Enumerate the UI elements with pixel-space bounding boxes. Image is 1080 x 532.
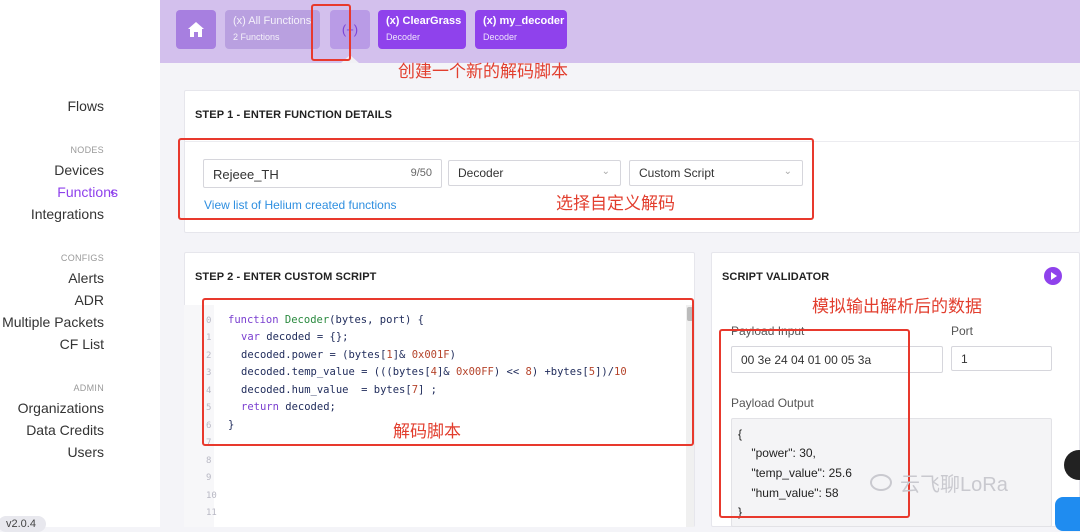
sidebar-item-devices[interactable]: Devices <box>54 162 104 178</box>
chat-button[interactable] <box>1055 497 1080 531</box>
chip-subtitle: Decoder <box>483 32 518 42</box>
version-badge: v2.0.4 <box>0 516 46 532</box>
annotation-new-decoder: 创建一个新的解码脚本 <box>398 62 568 81</box>
line-number: 9 <box>206 473 212 483</box>
port-label: Port <box>951 324 974 338</box>
function-chip-cleargrass[interactable]: (x) ClearGrass Decoder <box>378 10 466 49</box>
all-functions-count: 2 Functions <box>233 32 280 42</box>
annotation-simulate-output: 模拟输出解析后的数据 <box>812 297 982 316</box>
sidebar-item-multiple-packets[interactable]: Multiple Packets <box>2 314 104 330</box>
sidebar-item-adr[interactable]: ADR <box>74 292 104 308</box>
sidebar-item-cf-list[interactable]: CF List <box>60 336 104 352</box>
annotation-box-add <box>311 4 351 61</box>
sidebar-item-integrations[interactable]: Integrations <box>31 206 104 222</box>
wechat-icon <box>870 474 892 491</box>
sidebar-item-functions[interactable]: Functions <box>57 184 118 200</box>
all-functions-button[interactable]: (x) All Functions 2 Functions <box>225 10 320 49</box>
sidebar-section-admin: ADMIN <box>73 383 104 393</box>
sidebar-section-configs: CONFIGS <box>60 253 104 263</box>
port-input[interactable]: 1 <box>951 346 1052 371</box>
sidebar-item-organizations[interactable]: Organizations <box>18 400 104 416</box>
sidebar-item-flows[interactable]: Flows <box>67 98 104 114</box>
annotation-box-step1 <box>178 138 814 220</box>
line-number: 8 <box>206 456 212 466</box>
function-topbar: (x) All Functions 2 Functions (+) (x) Cl… <box>160 0 1080 63</box>
annotation-custom-decode: 选择自定义解码 <box>556 194 675 213</box>
port-input-value: 1 <box>961 352 968 366</box>
all-functions-title: (x) All Functions <box>233 15 312 27</box>
home-button[interactable] <box>176 10 216 49</box>
sidebar-item-users[interactable]: Users <box>67 444 104 460</box>
line-number: 11 <box>206 508 217 518</box>
sidebar-item-data-credits[interactable]: Data Credits <box>26 422 104 438</box>
chip-subtitle: Decoder <box>386 32 421 42</box>
active-chevron-icon: ‹ <box>110 183 115 199</box>
watermark: 云飞聊LoRa <box>900 474 1008 496</box>
sidebar-item-alerts[interactable]: Alerts <box>68 270 104 286</box>
validator-title: SCRIPT VALIDATOR <box>722 271 830 283</box>
chip-title: (x) ClearGrass <box>386 15 462 27</box>
sidebar-section-nodes: NODES <box>70 145 104 155</box>
run-validator-button[interactable] <box>1044 267 1062 285</box>
version-text: v2.0.4 <box>6 518 36 530</box>
line-number: 10 <box>206 491 217 501</box>
sidebar: Flows NODES Devices Functions ‹ Integrat… <box>0 0 160 532</box>
step1-title: STEP 1 - ENTER FUNCTION DETAILS <box>195 109 393 121</box>
function-chip-my-decoder[interactable]: (x) my_decoder Decoder <box>475 10 567 49</box>
annotation-decode-script: 解码脚本 <box>393 422 461 441</box>
home-icon <box>188 22 204 37</box>
chip-title: (x) my_decoder <box>483 15 565 27</box>
step2-title: STEP 2 - ENTER CUSTOM SCRIPT <box>195 271 377 283</box>
